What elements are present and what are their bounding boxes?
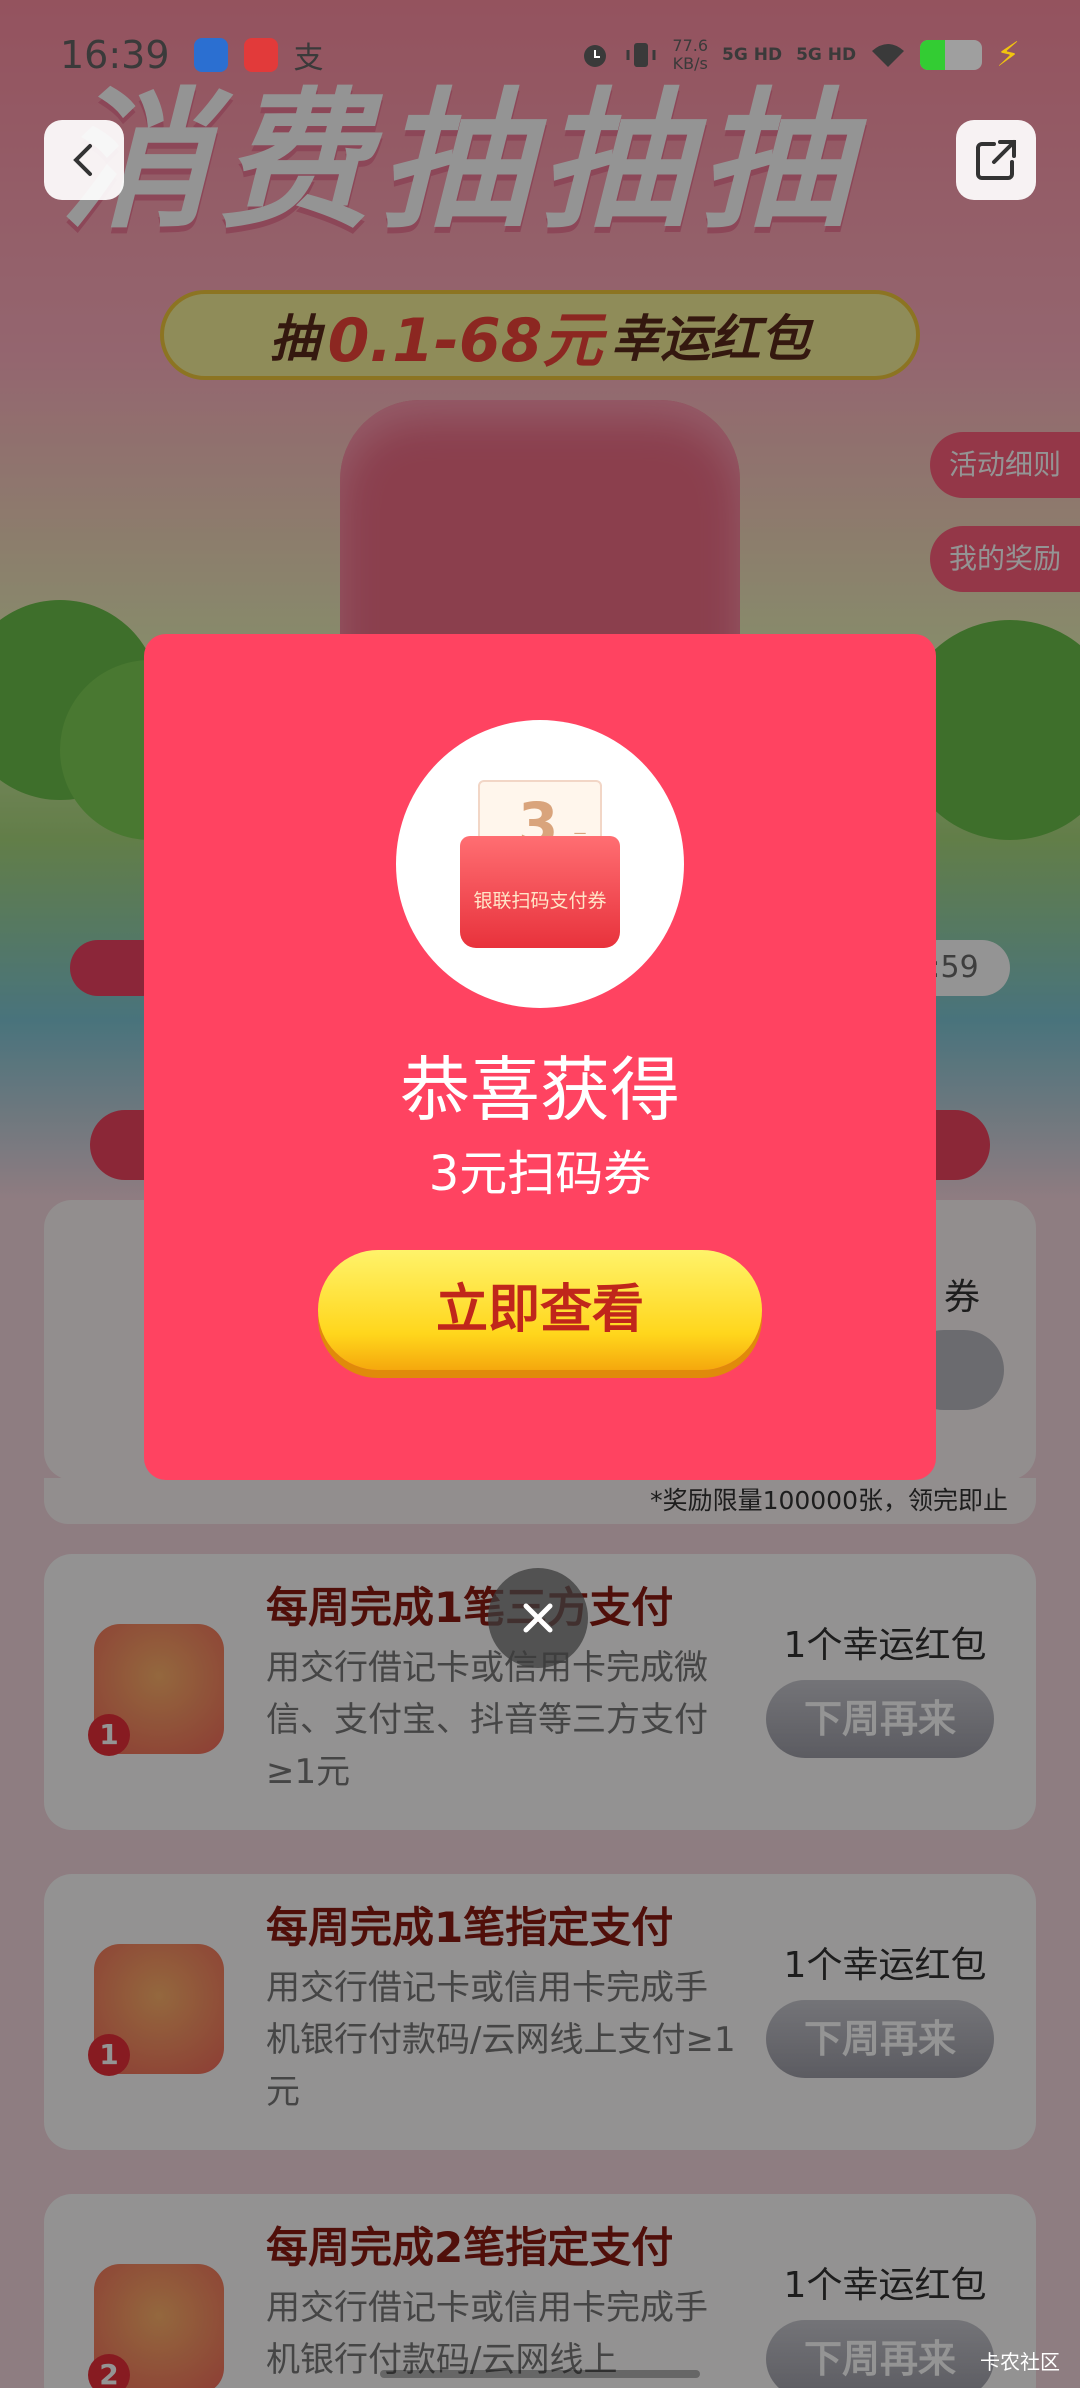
prize-image-circle: 3 元 银联扫码支付券 bbox=[396, 720, 684, 1008]
signal-1: 5G HD bbox=[722, 45, 783, 65]
network-speed-unit: KB/s bbox=[672, 54, 708, 73]
alarm-icon bbox=[584, 45, 607, 67]
battery-icon bbox=[920, 40, 983, 70]
wifi-icon bbox=[872, 44, 905, 67]
coupon-envelope-icon: 3 元 银联扫码支付券 bbox=[460, 780, 620, 948]
charging-icon: ⚡ bbox=[996, 35, 1020, 75]
battery-fill bbox=[920, 40, 945, 70]
status-bar: 16:39 支 77.6 KB/s 5G HD 5G HD ⚡ bbox=[0, 0, 1080, 110]
modal-subtitle: 3元扫码券 bbox=[428, 1146, 652, 1202]
share-button[interactable] bbox=[956, 120, 1036, 200]
share-icon bbox=[976, 140, 1016, 180]
watermark: 卡农社区 bbox=[980, 2350, 1060, 2374]
network-speed: 77.6 KB/s bbox=[672, 37, 708, 73]
bank-app-icon bbox=[193, 38, 228, 72]
view-now-button[interactable]: 立即查看 bbox=[318, 1250, 762, 1370]
clock: 16:39 bbox=[60, 33, 170, 77]
signal-2: 5G HD bbox=[796, 45, 857, 65]
network-speed-value: 77.6 bbox=[672, 36, 709, 55]
close-icon bbox=[523, 1603, 553, 1633]
back-button[interactable] bbox=[44, 120, 124, 200]
alipay-icon: 支 bbox=[293, 41, 324, 76]
vibrate-icon bbox=[626, 43, 656, 67]
home-indicator[interactable] bbox=[380, 2370, 700, 2378]
coupon-envelope: 银联扫码支付券 bbox=[460, 836, 620, 948]
chevron-left-icon bbox=[73, 144, 92, 176]
coupon-label: 银联扫码支付券 bbox=[473, 890, 607, 912]
prize-modal: 3 元 银联扫码支付券 恭喜获得 3元扫码券 立即查看 bbox=[144, 634, 936, 1480]
modal-title: 恭喜获得 bbox=[400, 1049, 680, 1131]
pay-app-icon bbox=[243, 38, 278, 72]
close-modal-button[interactable] bbox=[488, 1568, 588, 1668]
